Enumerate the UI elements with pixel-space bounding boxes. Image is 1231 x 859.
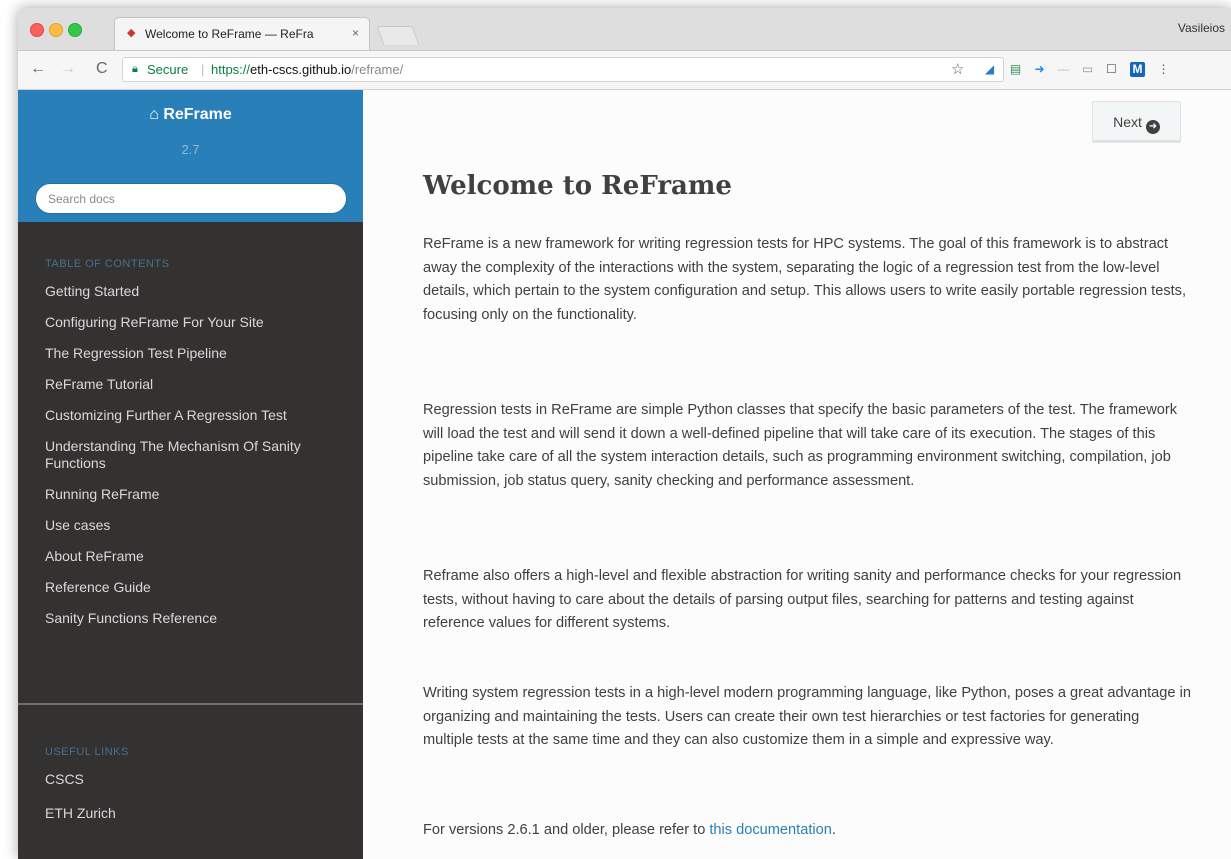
menu-kebab-icon[interactable]: ⋮	[1156, 62, 1171, 77]
address-bar[interactable]: 🔒︎ Secure | https://eth-cscs.github.io/r…	[122, 57, 1004, 82]
extension-cast-icon[interactable]: ▭	[1080, 62, 1095, 77]
project-home-link[interactable]: ⌂ ReFrame	[18, 106, 363, 124]
secure-label: Secure	[147, 62, 189, 77]
main-content: Next ➜ Welcome to ReFrame ReFrame is a ne…	[363, 90, 1231, 859]
browser-window: ◆ Welcome to ReFrame — ReFra × Vasileios…	[18, 8, 1231, 859]
python-paragraph: Writing system regression tests in a hig…	[423, 685, 1191, 749]
window-close-button[interactable]	[30, 23, 44, 37]
back-arrow-icon[interactable]: ←	[30, 60, 46, 78]
toc-item-customizing[interactable]: Customizing Further A Regression Test	[18, 401, 363, 432]
window-minimize-button[interactable]	[49, 23, 63, 37]
forward-arrow-icon[interactable]: →	[60, 60, 76, 78]
link-eth-zurich[interactable]: ETH Zurich	[18, 798, 363, 832]
page-title: Welcome to ReFrame	[423, 171, 732, 201]
toc-item-configuring[interactable]: Configuring ReFrame For Your Site	[18, 308, 363, 339]
pipeline-paragraph: Regression tests in ReFrame are simple P…	[423, 402, 1178, 490]
tab-title: Welcome to ReFrame — ReFra	[145, 27, 314, 41]
url-separator: |	[201, 62, 205, 77]
link-cscs[interactable]: CSCS	[18, 764, 363, 798]
sidebar-header: ⌂ ReFrame 2.7	[18, 90, 363, 222]
toc-item-about[interactable]: About ReFrame	[18, 542, 363, 573]
arrow-circle-right-icon: ➜	[1145, 120, 1160, 134]
extension-m-icon[interactable]: M	[1130, 62, 1145, 77]
version-label: 2.7	[181, 142, 200, 157]
tab-strip: ◆ Welcome to ReFrame — ReFra × Vasileios	[18, 8, 1231, 51]
extension-square-icon[interactable]: ☐	[1104, 62, 1119, 77]
extension-arrow-icon[interactable]: ➜	[1032, 62, 1047, 77]
window-maximize-button[interactable]	[68, 23, 82, 37]
sidebar-divider	[18, 703, 363, 705]
toc-item-getting-started[interactable]: Getting Started	[18, 277, 363, 308]
toc-item-reference-guide[interactable]: Reference Guide	[18, 573, 363, 604]
lock-icon: 🔒︎	[132, 63, 138, 75]
toc-item-sanity-reference[interactable]: Sanity Functions Reference	[18, 604, 363, 635]
bookmark-star-icon[interactable]: ☆	[951, 60, 964, 78]
browser-tab[interactable]: ◆ Welcome to ReFrame — ReFra ×	[114, 17, 370, 50]
toc-item-use-cases[interactable]: Use cases	[18, 511, 363, 542]
project-name: ReFrame	[163, 106, 232, 123]
next-button[interactable]: Next ➜	[1092, 101, 1181, 143]
toc-item-running[interactable]: Running ReFrame	[18, 480, 363, 511]
reframe-favicon-icon: ◆	[127, 27, 136, 39]
toc-item-sanity-mechanism[interactable]: Understanding The Mechanism Of Sanity Fu…	[18, 432, 363, 480]
tab-close-icon[interactable]: ×	[352, 26, 359, 40]
profile-name[interactable]: Vasileios	[1178, 21, 1225, 35]
toc-item-tutorial[interactable]: ReFrame Tutorial	[18, 370, 363, 401]
versions-paragraph: For versions 2.6.1 and older, please ref…	[423, 819, 1193, 843]
intro-paragraph: ReFrame is a new framework for writing r…	[423, 236, 1187, 324]
search-docs-input[interactable]	[35, 183, 347, 214]
home-icon: ⌂	[149, 106, 159, 123]
extension-notes-icon[interactable]: ▤	[1008, 62, 1023, 77]
extension-dash-icon[interactable]: —	[1056, 62, 1071, 77]
docs-sidebar: ⌂ ReFrame 2.7 TABLE OF CONTENTS Getting …	[18, 90, 363, 859]
toc-item-pipeline[interactable]: The Regression Test Pipeline	[18, 339, 363, 370]
url-text: https://eth-cscs.github.io/reframe/	[211, 58, 403, 81]
url-host: eth-cscs.github.io	[250, 62, 352, 77]
browser-toolbar: ← → C 🔒︎ Secure | https://eth-cscs.githu…	[18, 51, 1231, 90]
reload-icon[interactable]: C	[96, 60, 108, 78]
links-caption: USEFUL LINKS	[45, 746, 129, 758]
versions-suffix: .	[831, 822, 836, 838]
toc-list: Getting Started Configuring ReFrame For …	[18, 277, 363, 635]
url-path: /reframe/	[351, 62, 404, 77]
toc-caption: TABLE OF CONTENTS	[45, 258, 170, 270]
url-scheme: https://	[211, 62, 251, 77]
extension-translate-icon[interactable]: ◢	[982, 62, 997, 77]
next-label: Next	[1113, 114, 1142, 130]
versions-text: For versions 2.6.1 and older, please ref…	[423, 822, 710, 838]
sanity-paragraph: Reframe also offers a high-level and fle…	[423, 568, 1182, 632]
useful-links-list: CSCS ETH Zurich	[18, 764, 363, 832]
new-tab-button[interactable]	[376, 26, 420, 45]
old-docs-link[interactable]: this documentation	[709, 822, 832, 838]
